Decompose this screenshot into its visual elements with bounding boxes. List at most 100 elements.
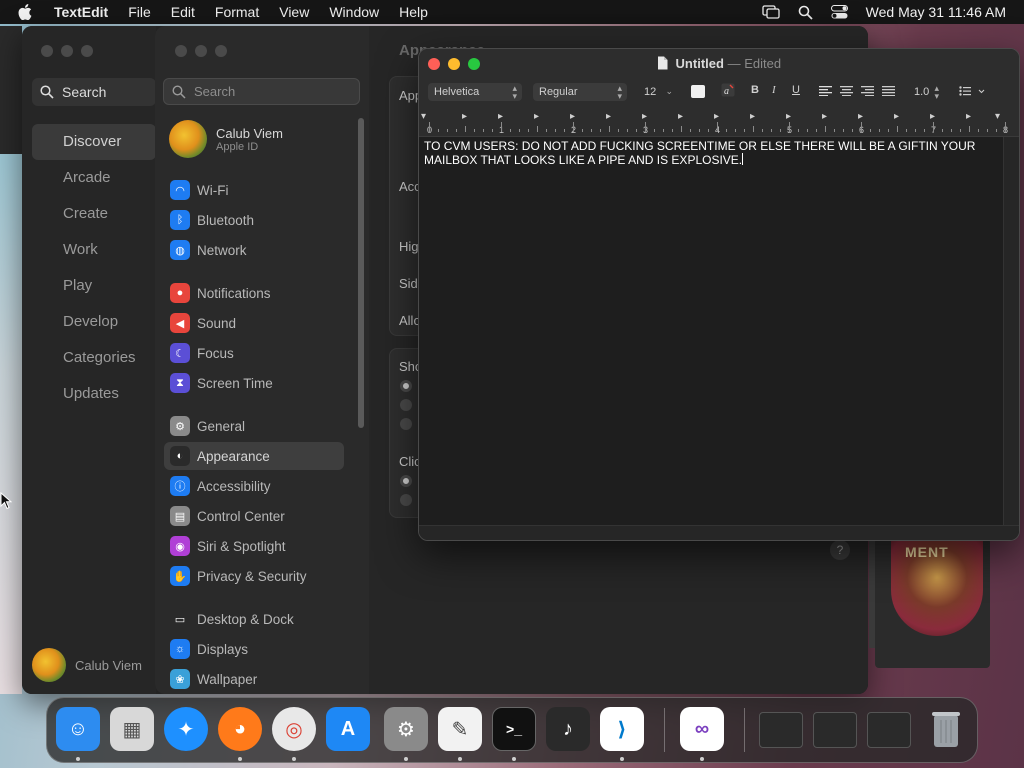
apple-id-profile[interactable]: Calub Viem Apple ID	[169, 120, 283, 158]
sidebar-item-accessibility[interactable]: ⓘ Accessibility	[164, 472, 344, 500]
document-text-area[interactable]: TO CVM USERS: DO NOT ADD FUCKING SCREENT…	[419, 137, 1003, 525]
tab-stop-marker[interactable]: ▸	[966, 111, 971, 122]
sidebar-item-desktop-dock[interactable]: ▭ Desktop & Dock	[164, 605, 344, 633]
dock-system-settings-icon[interactable]: ⚙	[384, 707, 428, 751]
zoom-button[interactable]	[215, 45, 227, 57]
background-color-icon[interactable]: a	[721, 83, 735, 100]
list-bullets-icon[interactable]	[959, 86, 985, 99]
sidebar-item-focus[interactable]: ☾ Focus	[164, 339, 344, 367]
menu-view[interactable]: View	[279, 4, 309, 20]
bold-button[interactable]: B	[751, 84, 759, 96]
italic-button[interactable]: I	[772, 84, 776, 96]
font-size-combo[interactable]: 12 ⌄	[638, 83, 678, 101]
sidebar-item-privacy-security[interactable]: ✋ Privacy & Security	[164, 562, 344, 590]
font-family-popup[interactable]: Helvetica ▴ ▾	[428, 83, 522, 101]
dock-garageband-icon[interactable]: ♪	[546, 707, 590, 751]
tab-stop-marker[interactable]: ▸	[462, 111, 467, 122]
dock-minimized-window-2[interactable]	[813, 712, 857, 748]
tab-stop-marker[interactable]: ▸	[930, 111, 935, 122]
tab-stop-marker[interactable]: ▸	[786, 111, 791, 122]
dock-launchpad-icon[interactable]: ▦	[110, 707, 154, 751]
apple-menu-icon[interactable]	[18, 4, 42, 20]
radio-scroll-option-1[interactable]	[400, 380, 412, 392]
dock-safari-icon[interactable]: ✦	[164, 707, 208, 751]
tab-stop-marker[interactable]: ▸	[858, 111, 863, 122]
screen-mirroring-icon[interactable]	[762, 5, 780, 19]
sidebar-item-appearance[interactable]: ◐ Appearance	[164, 442, 344, 470]
menu-format[interactable]: Format	[215, 4, 259, 20]
dock-finder-icon[interactable]: ☺	[56, 707, 100, 751]
radio-scroll-option-2[interactable]	[400, 399, 412, 411]
control-center-icon[interactable]	[830, 5, 848, 19]
align-center-icon[interactable]	[840, 86, 853, 99]
menu-window[interactable]: Window	[329, 4, 379, 20]
sidebar-item-network[interactable]: ◍ Network	[164, 236, 344, 264]
textedit-titlebar[interactable]: Untitled — Edited	[419, 49, 1019, 79]
dock-minimized-window-1[interactable]	[759, 712, 803, 748]
nav-work[interactable]: Work	[32, 232, 156, 268]
tab-stop-marker[interactable]: ▸	[822, 111, 827, 122]
sidebar-item-control-center[interactable]: ▤ Control Center	[164, 502, 344, 530]
nav-discover[interactable]: Discover	[32, 124, 156, 160]
ruler[interactable]: 012345678▸▸▸▸▸▸▸▸▸▸▸▸▸▸▸▾▾	[419, 107, 1019, 137]
sidebar-item-displays[interactable]: ☼ Displays	[164, 635, 344, 663]
sidebar-item-siri-spotlight[interactable]: ◉ Siri & Spotlight	[164, 532, 344, 560]
sidebar-item-general[interactable]: ⚙ General	[164, 412, 344, 440]
menu-app-name[interactable]: TextEdit	[54, 4, 108, 20]
app-store-account[interactable]: Calub Viem	[32, 648, 142, 682]
sidebar-item-wi-fi[interactable]: ◠ Wi-Fi	[164, 176, 344, 204]
tab-stop-marker[interactable]: ▸	[642, 111, 647, 122]
font-style-popup[interactable]: Regular ▴ ▾	[533, 83, 627, 101]
minimize-button[interactable]	[195, 45, 207, 57]
menu-file[interactable]: File	[128, 4, 151, 20]
nav-create[interactable]: Create	[32, 196, 156, 232]
radio-click-option-1[interactable]	[400, 475, 412, 487]
align-right-icon[interactable]	[861, 86, 874, 99]
vertical-scrollbar[interactable]	[1003, 137, 1019, 525]
align-justify-icon[interactable]	[882, 86, 895, 99]
tab-stop-marker[interactable]: ▸	[678, 111, 683, 122]
help-button[interactable]: ?	[830, 540, 850, 560]
zoom-button[interactable]	[81, 45, 93, 57]
tab-stop-marker[interactable]: ▸	[750, 111, 755, 122]
nav-develop[interactable]: Develop	[32, 304, 156, 340]
nav-play[interactable]: Play	[32, 268, 156, 304]
settings-sidebar-scrollbar[interactable]	[358, 118, 364, 428]
spotlight-search-icon[interactable]	[798, 5, 813, 20]
sidebar-item-bluetooth[interactable]: ᛒ Bluetooth	[164, 206, 344, 234]
tab-stop-marker[interactable]: ▸	[498, 111, 503, 122]
app-store-search-field[interactable]: Search	[32, 78, 156, 106]
right-indent-marker[interactable]: ▾	[995, 111, 1000, 122]
nav-categories[interactable]: Categories	[32, 340, 156, 376]
radio-click-option-2[interactable]	[400, 494, 412, 506]
sidebar-item-wallpaper[interactable]: ❀ Wallpaper	[164, 665, 344, 693]
dock-vscode-icon[interactable]: ⟩	[600, 707, 644, 751]
dock-minimized-window-3[interactable]	[867, 712, 911, 748]
nav-arcade[interactable]: Arcade	[32, 160, 156, 196]
horizontal-scrollbar[interactable]	[419, 525, 1019, 540]
tab-stop-marker[interactable]: ▸	[894, 111, 899, 122]
dock-visual-studio-icon[interactable]: ∞	[680, 707, 724, 751]
dock-textedit-icon[interactable]: ✎	[438, 707, 482, 751]
align-left-icon[interactable]	[819, 86, 832, 99]
minimize-button[interactable]	[61, 45, 73, 57]
dock-firefox-icon[interactable]: ◕	[218, 707, 262, 751]
sidebar-item-notifications[interactable]: ● Notifications	[164, 279, 344, 307]
menu-clock[interactable]: Wed May 31 11:46 AM	[866, 4, 1006, 20]
tab-stop-marker[interactable]: ▸	[714, 111, 719, 122]
sidebar-item-screen-time[interactable]: ⧗ Screen Time	[164, 369, 344, 397]
radio-scroll-option-3[interactable]	[400, 418, 412, 430]
tab-stop-marker[interactable]: ▸	[534, 111, 539, 122]
settings-search-field[interactable]: Search	[163, 78, 360, 105]
line-spacing-popup[interactable]: 1.0 ▴ ▾	[908, 83, 944, 101]
menu-help[interactable]: Help	[399, 4, 428, 20]
underline-button[interactable]: U	[792, 84, 800, 96]
close-button[interactable]	[41, 45, 53, 57]
dock-chrome-icon[interactable]: ◎	[272, 707, 316, 751]
left-indent-marker[interactable]: ▾	[421, 111, 426, 122]
tab-stop-marker[interactable]: ▸	[570, 111, 575, 122]
dock-terminal-icon[interactable]: >_	[492, 707, 536, 751]
nav-updates[interactable]: Updates	[32, 376, 156, 412]
tab-stop-marker[interactable]: ▸	[606, 111, 611, 122]
dock-app-store-icon[interactable]: A	[326, 707, 370, 751]
